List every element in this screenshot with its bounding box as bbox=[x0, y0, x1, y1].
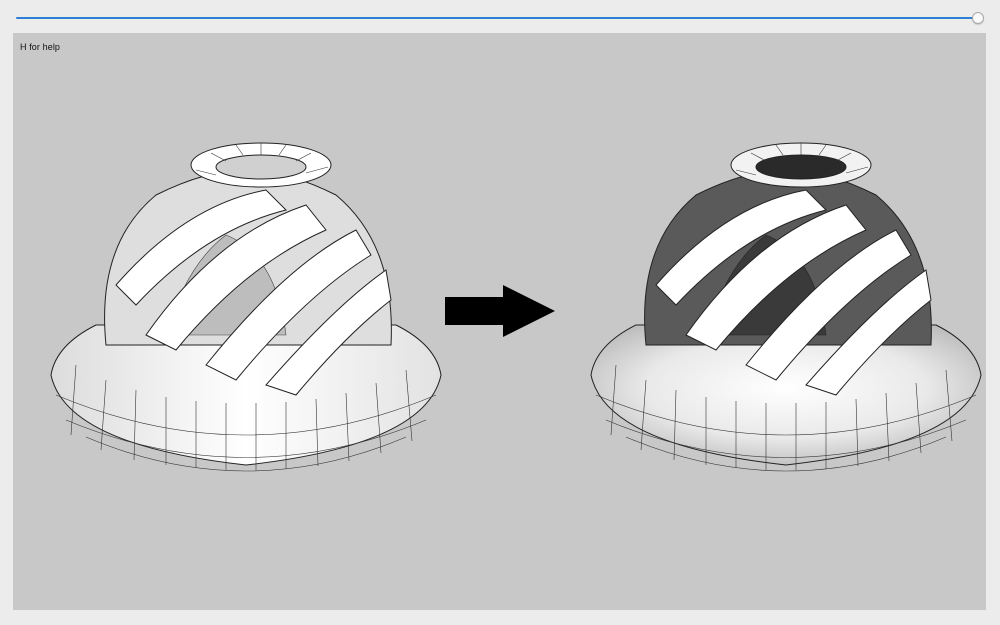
slider-track[interactable] bbox=[16, 17, 978, 19]
scene-canvas bbox=[50, 142, 982, 472]
time-slider[interactable] bbox=[0, 0, 1000, 33]
slider-handle[interactable] bbox=[972, 12, 984, 24]
model-before bbox=[50, 142, 442, 472]
model-after bbox=[590, 142, 982, 472]
arrow-right-icon bbox=[445, 285, 555, 337]
3d-viewport[interactable]: H for help bbox=[13, 33, 986, 610]
